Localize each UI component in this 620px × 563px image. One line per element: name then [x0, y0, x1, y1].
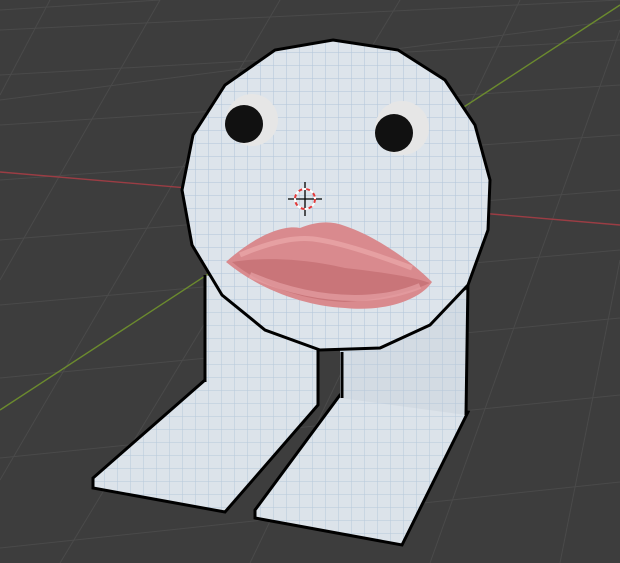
character-mesh[interactable] [91, 30, 500, 547]
viewport-canvas[interactable] [0, 0, 620, 563]
right-eye[interactable] [375, 101, 429, 155]
3d-viewport[interactable] [0, 0, 620, 563]
